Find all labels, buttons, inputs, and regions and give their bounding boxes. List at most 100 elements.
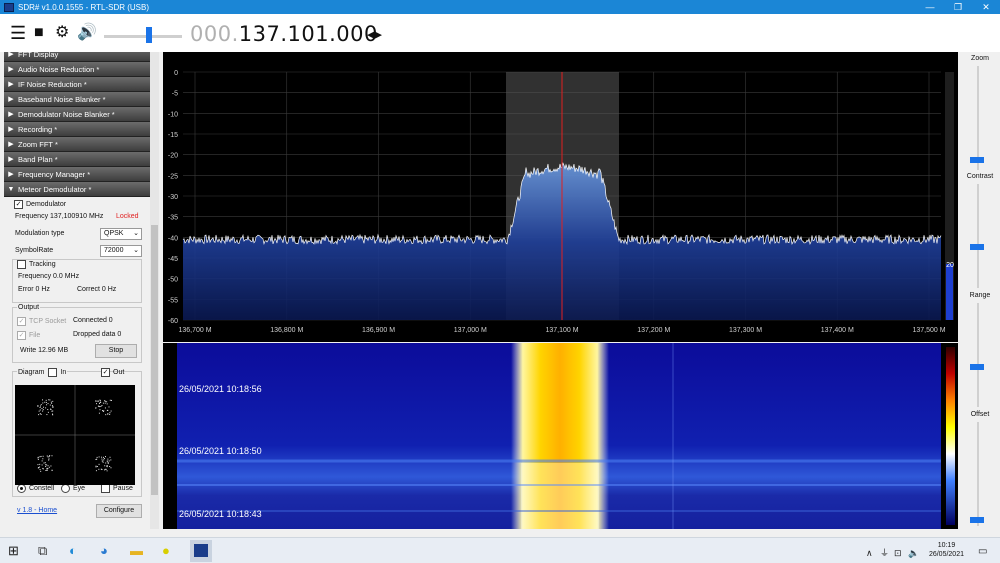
y-tick-label: -45 [168, 256, 178, 263]
left-panel-scrollbar-thumb[interactable] [151, 225, 158, 495]
offset-slider-track[interactable] [977, 422, 979, 526]
section-header[interactable]: ▶ IF Noise Reduction * [4, 77, 150, 92]
tray-usb-icon[interactable]: ⏚ [880, 545, 889, 561]
contrast-label: Contrast [966, 173, 994, 180]
close-button[interactable]: ✕ [972, 0, 1000, 14]
frequency-display[interactable]: 000.137.101.000 [190, 22, 378, 46]
waterfall-timestamp: 26/05/2021 10:18:43 [179, 509, 262, 519]
configure-button[interactable]: Configure [96, 504, 142, 518]
app-icon-yellow[interactable]: ● [162, 543, 170, 559]
write-size-value: Write 12.96 MB [20, 347, 69, 354]
pause-label: Pause [113, 485, 133, 492]
section-header-label: Frequency Manager * [18, 169, 91, 179]
y-tick-label: -15 [168, 132, 178, 139]
notifications-icon[interactable]: ▭ [978, 544, 987, 560]
connected-value: Connected 0 [73, 317, 113, 324]
correct-value: Correct 0 Hz [77, 286, 117, 293]
hamburger-menu-icon[interactable]: ☰ [10, 24, 26, 42]
expand-right-icon: ▶ [8, 171, 14, 178]
sdrsharp-taskbar-icon[interactable] [190, 540, 212, 562]
expand-right-icon: ▶ [8, 81, 14, 88]
edge-browser-icon[interactable]: ◐ [69, 543, 77, 559]
frequency-leading-digits[interactable]: 000. [190, 22, 239, 46]
section-header[interactable]: ▶ Audio Noise Reduction * [4, 62, 150, 77]
volume-slider-thumb[interactable] [146, 27, 152, 43]
gear-icon[interactable]: ⚙ [55, 24, 69, 42]
task-view-icon[interactable]: ⧉ [38, 543, 47, 559]
range-slider-track[interactable] [977, 303, 979, 407]
section-header[interactable]: ▶ Band Plan * [4, 152, 150, 167]
clock-time: 10:19 [937, 542, 956, 549]
title-bar: SDR# v1.0.0.1555 - RTL-SDR (USB) — ❐ ✕ [0, 0, 1000, 14]
x-tick-label: 137,500 M [912, 327, 945, 334]
section-header[interactable]: ▶ Demodulator Noise Blanker * [4, 107, 150, 122]
tray-network-icon[interactable]: ⊡ [894, 545, 902, 561]
in-checkbox[interactable] [48, 368, 58, 377]
spectrum-display[interactable]: 0 -5 -10 -15 -20 -25 -30 -35 -40 -45 -50 -55 -60 136,… [163, 52, 958, 342]
section-header[interactable]: ▶ Frequency Manager * [4, 167, 150, 182]
zoom-slider-track[interactable] [977, 66, 979, 170]
x-tick-label: 136,700 M [178, 327, 211, 334]
tracking-checkbox[interactable] [17, 260, 26, 269]
minimize-button[interactable]: — [916, 0, 944, 14]
expand-right-icon: ▶ [8, 52, 14, 58]
in-label: In [60, 369, 67, 376]
maximize-button[interactable]: ❐ [944, 0, 972, 14]
out-checkbox[interactable]: ✓ [101, 368, 110, 377]
browser-icon[interactable]: ◕ [100, 543, 108, 559]
file-checkbox[interactable]: ✓ [17, 331, 26, 340]
contrast-slider-track[interactable] [977, 184, 979, 288]
tune-step-arrows-icon[interactable]: ◂▸ [367, 25, 382, 43]
section-header[interactable]: ▶ Zoom FFT * [4, 137, 150, 152]
speaker-icon[interactable]: 🔊 [77, 24, 97, 42]
y-tick-label: -10 [168, 111, 178, 118]
constell-label: Constell [29, 485, 55, 492]
level-bar-fill [946, 264, 953, 320]
section-header-label: Recording * [18, 124, 58, 134]
file-explorer-icon[interactable]: ▬ [130, 543, 143, 559]
taskbar-clock[interactable]: 10:19 26/05/2021 [929, 541, 964, 559]
section-header[interactable]: ▼ Meteor Demodulator * [4, 182, 150, 197]
expand-right-icon: ▶ [8, 141, 14, 148]
volume-slider-track[interactable] [104, 35, 182, 38]
waterfall-display[interactable]: 26/05/2021 10:18:56 26/05/2021 10:18:50 … [163, 343, 958, 529]
y-tick-label: -55 [168, 297, 178, 304]
pause-checkbox[interactable] [101, 484, 110, 493]
demodulator-label: Demodulator [26, 201, 67, 208]
offset-slider-thumb[interactable] [970, 517, 984, 523]
stop-icon[interactable]: ■ [34, 24, 44, 42]
section-header[interactable]: ▶ Baseband Noise Blanker * [4, 92, 150, 107]
chevron-down-icon: ⌄ [133, 247, 139, 254]
eye-radio[interactable] [61, 484, 70, 493]
x-tick-label: 137,200 M [637, 327, 670, 334]
tray-volume-icon[interactable]: 🔈 [908, 545, 919, 561]
offset-label: Offset [970, 411, 990, 418]
constell-radio[interactable] [17, 484, 26, 493]
symbolrate-select[interactable]: 72000 ⌄ [100, 245, 142, 257]
contrast-slider-thumb[interactable] [970, 244, 984, 250]
error-value: Error 0 Hz [18, 286, 50, 293]
section-header[interactable]: ▶ FFT Display [4, 52, 150, 62]
range-slider-thumb[interactable] [970, 364, 984, 370]
window-title: SDR# v1.0.0.1555 - RTL-SDR (USB) [18, 2, 150, 12]
modulation-type-select[interactable]: QPSK ⌄ [100, 228, 142, 240]
expand-right-icon: ▶ [8, 111, 14, 118]
section-header-label: Meteor Demodulator * [18, 184, 92, 194]
y-tick-label: -20 [168, 153, 178, 160]
home-link[interactable]: v 1.8 - Home [17, 507, 57, 514]
range-label: Range [969, 292, 991, 299]
section-header[interactable]: ▶ Recording * [4, 122, 150, 137]
tray-chevron-up-icon[interactable]: ∧ [866, 545, 873, 561]
zoom-slider-thumb[interactable] [970, 157, 984, 163]
stop-button[interactable]: Stop [95, 344, 137, 358]
frequency-digits[interactable]: 137.101.000 [239, 22, 378, 46]
tcp-socket-checkbox[interactable]: ✓ [17, 317, 26, 326]
clock-date: 26/05/2021 [928, 551, 964, 558]
x-tick-label: 137,100 M [545, 327, 578, 334]
output-label: Output [18, 304, 40, 311]
demodulator-checkbox[interactable]: ✓ [14, 200, 23, 209]
windows-start-icon[interactable]: ⊞ [8, 543, 19, 559]
section-header-label: Zoom FFT * [18, 139, 58, 149]
eye-label: Eye [73, 485, 86, 492]
section-header-label: Band Plan * [18, 154, 58, 164]
